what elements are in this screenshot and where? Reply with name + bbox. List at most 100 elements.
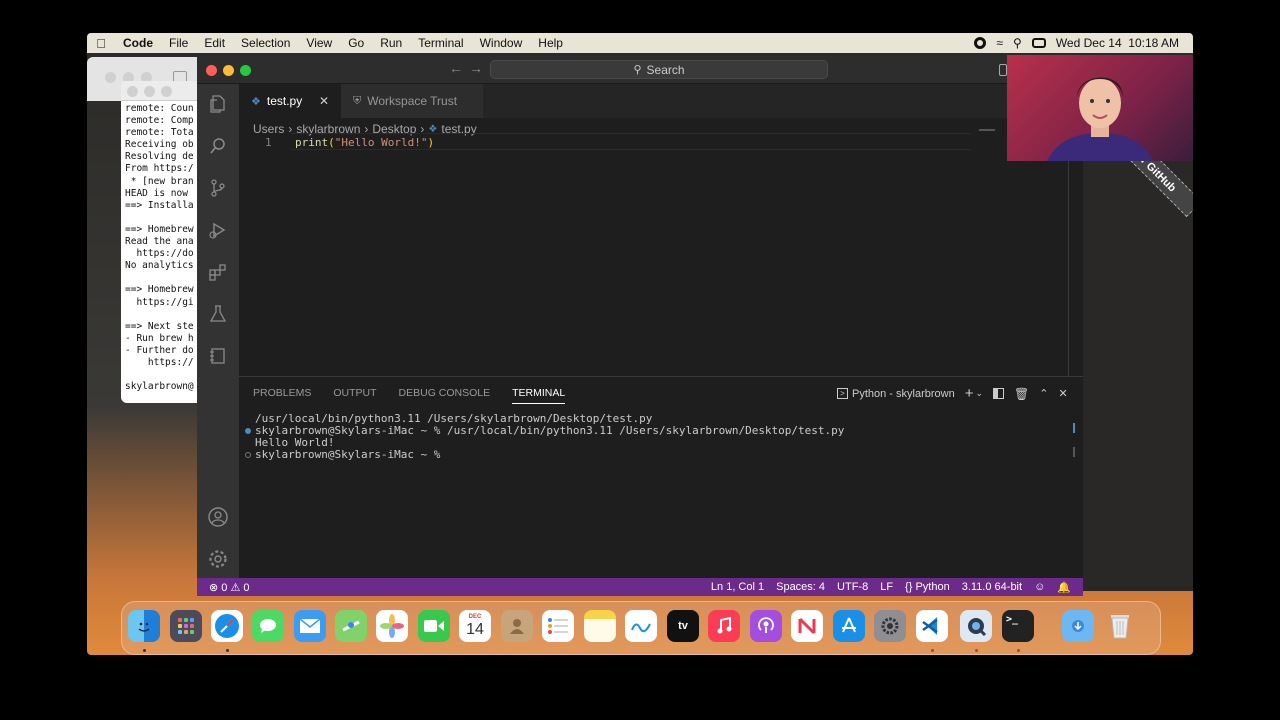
- explorer-icon[interactable]: [207, 94, 229, 116]
- search-icon[interactable]: [207, 136, 229, 158]
- launchpad-icon[interactable]: [170, 610, 202, 642]
- menu-selection[interactable]: Selection: [233, 36, 298, 50]
- control-center-icon[interactable]: [1031, 38, 1046, 48]
- close-tab-icon[interactable]: ✕: [319, 94, 329, 108]
- terminal-instance[interactable]: > Python - skylarbrown: [837, 388, 955, 400]
- language-label: Python: [915, 581, 950, 593]
- running-indicator: [226, 649, 229, 652]
- run-debug-icon[interactable]: [207, 220, 229, 242]
- apple-tv-icon[interactable]: tv: [667, 610, 699, 642]
- calendar-icon[interactable]: DEC 14: [459, 610, 491, 642]
- new-terminal-icon[interactable]: +: [965, 385, 974, 402]
- command-pending-dot[interactable]: [245, 452, 251, 458]
- music-icon[interactable]: [708, 610, 740, 642]
- chevron-down-icon[interactable]: ⌄: [975, 388, 983, 399]
- tab-workspace-trust[interactable]: ⛨ Workspace Trust: [341, 84, 483, 118]
- back-arrow-icon[interactable]: ←: [449, 60, 463, 76]
- command-center-search[interactable]: ⚲ Search: [490, 60, 828, 79]
- maximize-panel-icon[interactable]: ⌃: [1039, 387, 1048, 400]
- account-icon[interactable]: [207, 506, 229, 528]
- code-paren-open: (: [328, 136, 335, 149]
- title-bar[interactable]: ← → ⚲ Search: [197, 56, 1083, 84]
- command-success-dot[interactable]: [245, 428, 251, 434]
- zoom-button[interactable]: [240, 65, 251, 76]
- photos-icon[interactable]: [376, 610, 408, 642]
- menu-go[interactable]: Go: [340, 36, 372, 50]
- menu-view[interactable]: View: [298, 36, 340, 50]
- facetime-icon[interactable]: [418, 610, 450, 642]
- minimize-button[interactable]: [223, 65, 234, 76]
- indentation[interactable]: Spaces: 4: [770, 581, 831, 593]
- downloads-folder-icon[interactable]: [1062, 610, 1094, 642]
- problems-status[interactable]: ⊗ 0 ⚠ 0: [197, 581, 256, 594]
- trash-icon[interactable]: 🗑: [1014, 387, 1029, 401]
- breadcrumb-users[interactable]: Users: [253, 122, 284, 136]
- system-settings-icon[interactable]: [874, 610, 906, 642]
- forward-arrow-icon[interactable]: →: [469, 60, 483, 76]
- code-string: "Hello World!": [334, 136, 428, 149]
- close-button[interactable]: [206, 65, 217, 76]
- menu-terminal[interactable]: Terminal: [410, 36, 471, 50]
- tab-problems[interactable]: PROBLEMS: [253, 387, 311, 404]
- cursor-position[interactable]: Ln 1, Col 1: [705, 581, 770, 593]
- webcam-overlay: [1007, 55, 1193, 161]
- quicktime-icon[interactable]: [960, 610, 992, 642]
- menu-edit[interactable]: Edit: [196, 36, 233, 50]
- terminal-zoom-dot[interactable]: [161, 86, 172, 97]
- end-of-line[interactable]: LF: [874, 581, 899, 593]
- code-line[interactable]: print("Hello World!"): [295, 136, 434, 149]
- python-interpreter[interactable]: 3.11.0 64-bit: [956, 581, 1028, 593]
- close-panel-icon[interactable]: ✕: [1058, 387, 1067, 400]
- calendar-month: DEC: [468, 613, 482, 620]
- menubar-clock[interactable]: Wed Dec 14 10:18 AM: [1056, 36, 1179, 50]
- notifications-bell-icon[interactable]: 🔔: [1051, 581, 1083, 594]
- encoding[interactable]: UTF-8: [831, 581, 874, 593]
- notebook-icon[interactable]: [207, 346, 229, 368]
- window-close-dot[interactable]: [105, 72, 116, 83]
- language-mode[interactable]: {} Python: [899, 581, 956, 593]
- notes-icon[interactable]: [584, 610, 616, 642]
- menu-file[interactable]: File: [161, 36, 196, 50]
- safari-icon[interactable]: [211, 610, 243, 642]
- messages-icon[interactable]: [252, 610, 284, 642]
- apple-menu-icon[interactable]: : [87, 36, 115, 51]
- finder-icon[interactable]: [128, 610, 160, 642]
- terminal-output-panel[interactable]: /usr/local/bin/python3.11 /Users/skylarb…: [245, 413, 844, 461]
- source-control-icon[interactable]: [207, 178, 229, 200]
- python-file-icon: ❖: [251, 95, 261, 108]
- terminal-close-dot[interactable]: [127, 86, 138, 97]
- app-store-icon[interactable]: [833, 610, 865, 642]
- extensions-icon[interactable]: [207, 262, 229, 284]
- feedback-icon[interactable]: ☺: [1028, 581, 1051, 593]
- trash-icon[interactable]: [1104, 610, 1136, 642]
- menu-window[interactable]: Window: [472, 36, 531, 50]
- menu-help[interactable]: Help: [530, 36, 571, 50]
- mail-icon[interactable]: [294, 610, 326, 642]
- podcasts-icon[interactable]: [750, 610, 782, 642]
- split-terminal-icon[interactable]: [993, 388, 1005, 399]
- menu-run[interactable]: Run: [372, 36, 410, 50]
- settings-gear-icon[interactable]: [207, 548, 229, 570]
- testing-icon[interactable]: [207, 304, 229, 326]
- spotlight-search-icon[interactable]: ⚲: [1013, 36, 1022, 50]
- terminal-minimize-dot[interactable]: [144, 86, 155, 97]
- freeform-icon[interactable]: [625, 610, 657, 642]
- editor-tabs: ❖ test.py ✕ ⛨ Workspace Trust ▷: [239, 84, 1083, 118]
- layout-toggle-icon[interactable]: [999, 64, 1007, 76]
- code-editor[interactable]: 1 print("Hello World!"): [239, 129, 1083, 376]
- terminal-dock-icon[interactable]: >_: [1002, 610, 1034, 642]
- maps-icon[interactable]: [335, 610, 367, 642]
- record-icon[interactable]: [974, 37, 987, 49]
- reminders-icon[interactable]: [542, 610, 574, 642]
- wifi-icon[interactable]: ≈: [996, 36, 1003, 50]
- menu-app-code[interactable]: Code: [115, 36, 161, 50]
- news-icon[interactable]: [791, 610, 823, 642]
- tab-test-py[interactable]: ❖ test.py ✕: [239, 84, 341, 118]
- minimap[interactable]: [979, 129, 995, 131]
- vscode-dock-icon[interactable]: [916, 610, 948, 642]
- tab-terminal[interactable]: TERMINAL: [512, 387, 566, 404]
- contacts-icon[interactable]: [501, 610, 533, 642]
- vscode-window[interactable]: ← → ⚲ Search ❖ test.py ✕ ⛨ Workspace Tru…: [197, 56, 1083, 596]
- tab-debug-console[interactable]: DEBUG CONSOLE: [399, 387, 491, 404]
- tab-output[interactable]: OUTPUT: [333, 387, 376, 404]
